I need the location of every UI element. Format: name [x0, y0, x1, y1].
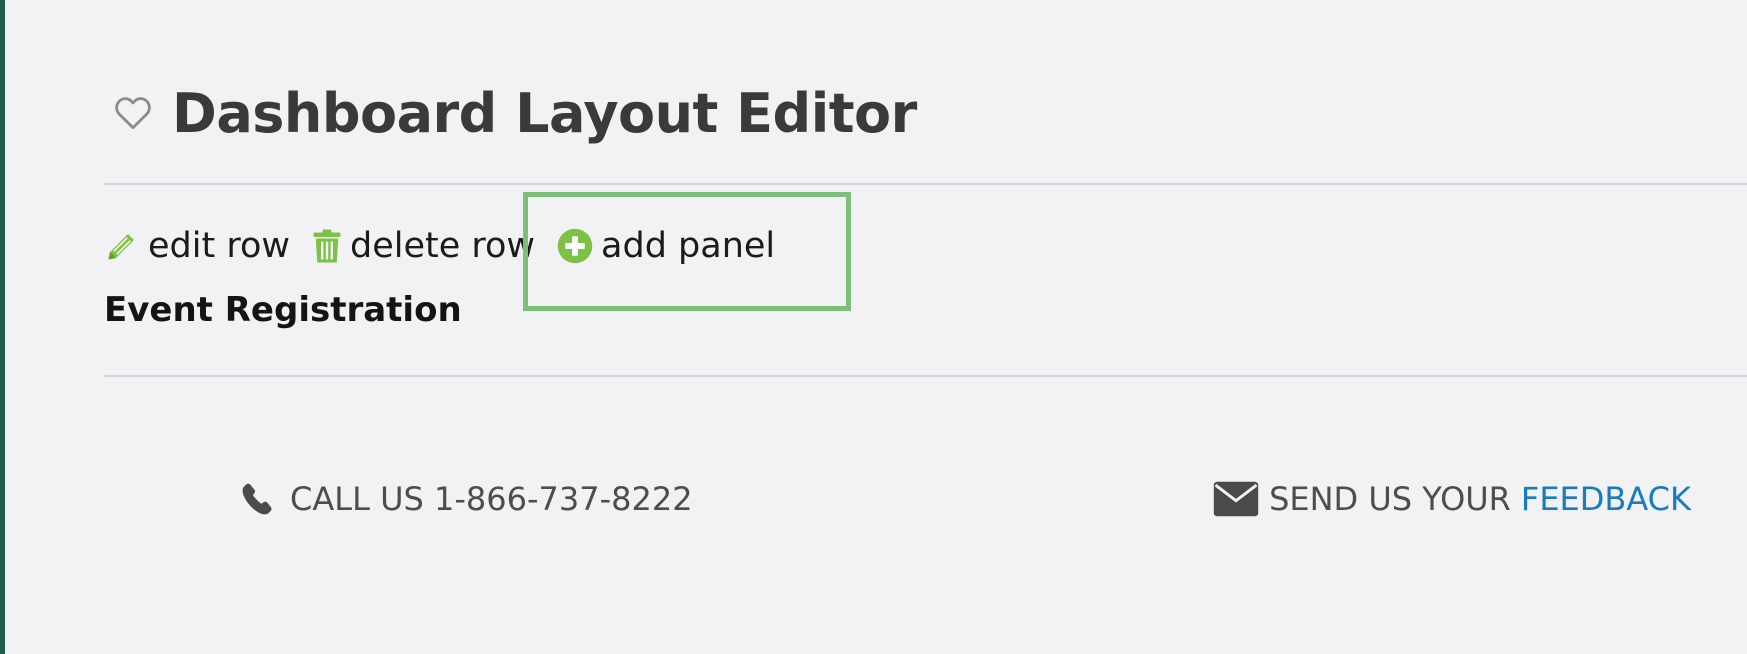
- feedback-link[interactable]: FEEDBACK: [1521, 480, 1691, 518]
- divider: [104, 375, 1747, 377]
- trash-icon: [312, 228, 342, 264]
- edit-row-button[interactable]: edit row: [104, 226, 290, 266]
- phone-icon: [240, 481, 276, 517]
- call-us: CALL US 1-866-737-8222: [240, 480, 693, 518]
- window-edge: [0, 0, 5, 654]
- feedback-prefix: SEND US YOUR: [1269, 480, 1511, 518]
- delete-row-button[interactable]: delete row: [312, 226, 535, 266]
- edit-row-label: edit row: [148, 226, 290, 266]
- pencil-icon: [104, 228, 140, 264]
- page-title: Dashboard Layout Editor: [172, 81, 917, 145]
- heart-icon[interactable]: [114, 96, 152, 130]
- delete-row-label: delete row: [349, 226, 536, 266]
- envelope-icon: [1213, 480, 1259, 518]
- call-us-text: CALL US 1-866-737-8222: [290, 480, 693, 518]
- highlight-box: [523, 192, 851, 311]
- row-title: Event Registration: [104, 290, 462, 330]
- divider: [104, 183, 1747, 185]
- page-header: Dashboard Layout Editor: [114, 78, 917, 148]
- feedback: SEND US YOUR FEEDBACK: [1213, 480, 1691, 518]
